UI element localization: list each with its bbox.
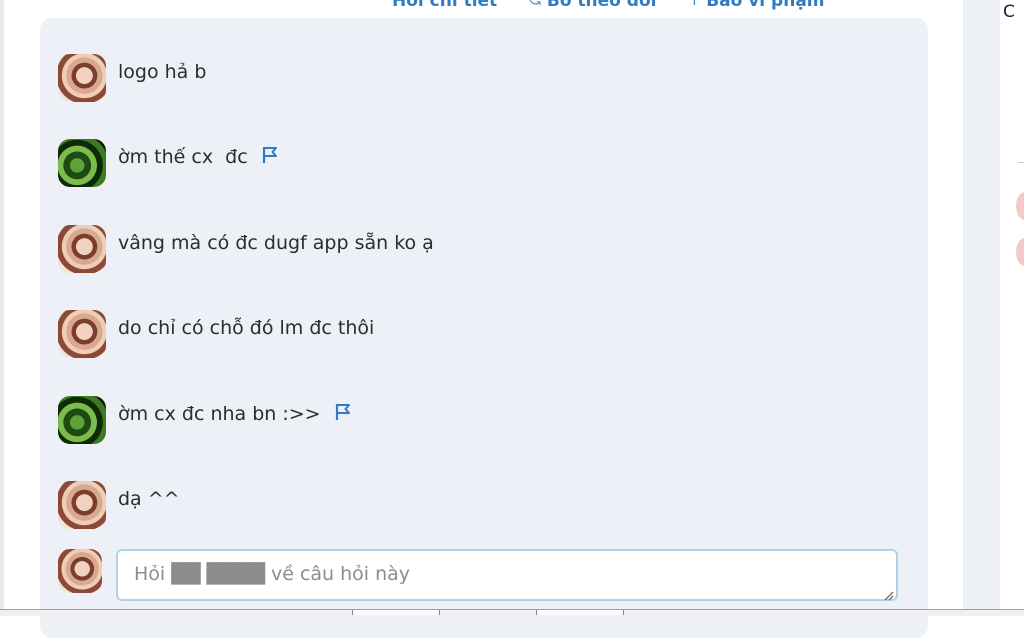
taskbar-tab[interactable] (536, 610, 624, 615)
comment-item: logo hả b (58, 54, 206, 106)
comment-item: do chỉ có chỗ đó lm đc thôi (58, 310, 374, 362)
comment-text-value: ờm thế cx đc (118, 146, 248, 168)
report-label: Báo vi phạm (706, 0, 825, 11)
left-rail (0, 0, 4, 615)
avatar[interactable] (58, 139, 106, 187)
unfollow-label: Bỏ theo dõi (546, 0, 657, 11)
avatar[interactable] (58, 481, 106, 529)
right-panel-top: C (1000, 0, 1024, 46)
report-icon: ↑ (688, 0, 701, 9)
unfollow-icon: ⤿ (529, 0, 541, 9)
reply-input[interactable] (116, 549, 898, 601)
avatar (58, 549, 102, 593)
comments-panel: logo hả b ờm thế cx đc vâng mà có đc dug… (40, 18, 928, 638)
ask-detail-button[interactable]: Hỏi chi tiết (392, 0, 497, 11)
right-panel-bottom (1000, 338, 1024, 615)
comment-text: logo hả b (118, 61, 207, 83)
report-button[interactable]: ↑ Báo vi phạm (688, 0, 824, 11)
reply-row (58, 549, 898, 605)
avatar[interactable] (1016, 238, 1024, 266)
reply-wrapper (102, 549, 898, 605)
flag-icon[interactable] (333, 402, 353, 422)
avatar[interactable] (58, 225, 106, 273)
unfollow-button[interactable]: ⤿ Bỏ theo dõi (529, 0, 656, 11)
comment-text: ờm cx đc nha bn :>> (118, 403, 353, 425)
comment-text-value: ờm cx đc nha bn :>> (118, 403, 321, 425)
right-panel-middle (1000, 82, 1024, 300)
flag-icon[interactable] (260, 145, 280, 165)
right-panel-glyph: C (1003, 2, 1015, 22)
comment-item: vâng mà có đc dugf app sẵn ko ạ (58, 225, 434, 277)
avatar[interactable] (58, 310, 106, 358)
comment-item: ờm cx đc nha bn :>> (58, 396, 353, 448)
comment-text: vâng mà có đc dugf app sẵn ko ạ (118, 232, 434, 254)
avatar[interactable] (1016, 192, 1024, 220)
avatar[interactable] (58, 396, 106, 444)
divider (1018, 162, 1024, 163)
question-actions: Hỏi chi tiết ⤿ Bỏ theo dõi ↑ Báo vi phạm (392, 0, 825, 11)
comment-item: dạ ^^ (58, 481, 180, 533)
resize-handle-icon[interactable] (882, 589, 894, 601)
comment-text: ờm thế cx đc (118, 146, 280, 168)
comment-item: ờm thế cx đc (58, 139, 280, 191)
taskbar-tab[interactable] (352, 610, 440, 615)
ask-detail-label: Hỏi chi tiết (392, 0, 498, 11)
comment-text: do chỉ có chỗ đó lm đc thôi (118, 317, 375, 339)
avatar[interactable] (58, 54, 106, 102)
comment-text: dạ ^^ (118, 488, 180, 510)
right-gutter (963, 0, 1000, 615)
